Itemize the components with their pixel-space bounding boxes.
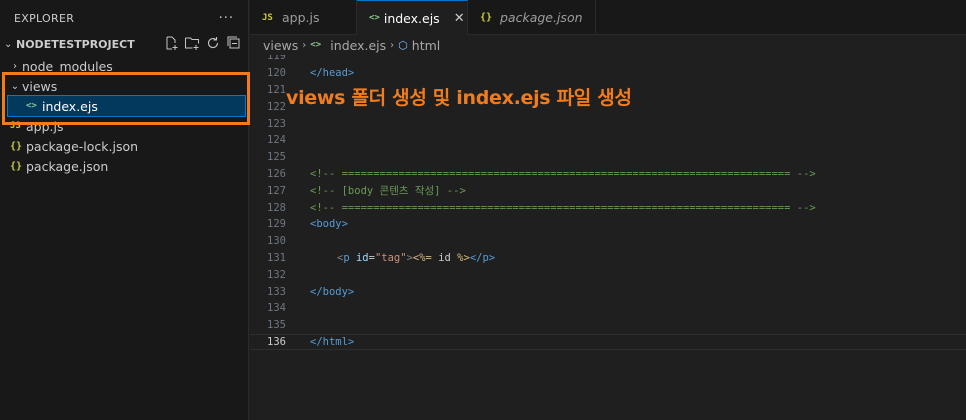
tree-item-label: node_modules <box>22 58 113 74</box>
line-number: 131 <box>267 251 286 264</box>
code-line: 129 <body> <box>250 216 966 233</box>
line-number: 133 <box>267 285 286 298</box>
json-file-icon: {} <box>10 160 23 172</box>
code-line: 124 <box>250 132 966 149</box>
explorer-header: EXPLORER ··· <box>0 0 248 36</box>
tab-label: app.js <box>282 10 320 25</box>
tree-item-label: app.js <box>26 118 64 134</box>
ejs-file-icon: <> <box>26 101 37 111</box>
chevron-down-icon: ⌄ <box>4 38 13 50</box>
code-line: 135 <box>250 317 966 334</box>
json-file-icon: {} <box>480 12 493 23</box>
tab-app-js[interactable]: JS app.js <box>250 0 357 35</box>
code-line: 133 </body> <box>250 283 966 300</box>
code-text: <!-- [body 콘텐츠 작성] --> <box>310 185 466 198</box>
explorer-title: EXPLORER <box>14 11 75 25</box>
tab-bar: JS app.js <> index.ejs ✕ {} package.json <box>250 0 966 35</box>
code-line: 119 <box>250 55 966 65</box>
chevron-right-icon: › <box>390 39 395 51</box>
tree-item-label: package.json <box>26 158 109 174</box>
code-line: 123 <box>250 115 966 132</box>
line-number: 132 <box>267 268 286 281</box>
line-number: 121 <box>267 83 286 96</box>
tree-item-label: views <box>22 78 58 94</box>
json-file-icon: {} <box>10 140 23 152</box>
code-text: <p id="tag"><%= id %></p> <box>337 251 496 264</box>
code-line: 125 <box>250 149 966 166</box>
line-number: 123 <box>267 117 286 130</box>
cube-icon: ⬡ <box>398 38 408 52</box>
code-line: 134 <box>250 300 966 317</box>
tree-item-views[interactable]: ⌄ views <box>0 76 248 96</box>
code-text: </body> <box>310 285 355 298</box>
tab-index-ejs[interactable]: <> index.ejs ✕ <box>357 0 468 35</box>
ejs-file-icon: <> <box>310 40 322 50</box>
line-number: 124 <box>267 134 286 147</box>
project-name: NODETESTPROJECT <box>16 37 135 51</box>
new-folder-icon[interactable] <box>184 35 200 51</box>
code-line: 132 <box>250 266 966 283</box>
tree-item-label: package-lock.json <box>26 138 139 154</box>
project-actions <box>163 35 242 51</box>
breadcrumb-item[interactable]: index.ejs <box>330 38 386 53</box>
tab-label: package.json <box>500 10 583 25</box>
more-actions-icon[interactable]: ··· <box>219 11 234 26</box>
project-folder[interactable]: ⌄ NODETESTPROJECT <box>0 34 248 54</box>
tab-label: index.ejs <box>383 10 440 26</box>
code-text: <!-- ===================================… <box>310 201 816 214</box>
tree-item-package-json[interactable]: {} package.json <box>0 156 248 176</box>
breadcrumb-item[interactable]: html <box>412 38 440 53</box>
code-text: <body> <box>310 218 348 231</box>
new-file-icon[interactable] <box>163 35 179 51</box>
tab-package-json[interactable]: {} package.json <box>468 0 596 35</box>
chevron-right-icon: › <box>302 39 307 51</box>
code-line: 130 <box>250 233 966 250</box>
chevron-right-icon: › <box>13 60 17 72</box>
breadcrumb: views › <> index.ejs › ⬡ html <box>250 35 966 55</box>
tree-item-node-modules[interactable]: › node_modules <box>0 56 248 76</box>
breadcrumb-item[interactable]: views <box>263 38 298 53</box>
line-number: 129 <box>267 218 286 231</box>
line-number: 128 <box>267 201 286 214</box>
close-icon[interactable]: ✕ <box>454 11 465 26</box>
line-number: 125 <box>267 151 286 164</box>
line-number: 119 <box>267 55 286 63</box>
tree-item-package-lock-json[interactable]: {} package-lock.json <box>0 136 248 156</box>
tree-item-app-js[interactable]: JS app.js <box>0 116 248 136</box>
code-line: 126 <!-- ================================… <box>250 166 966 183</box>
collapse-all-icon[interactable] <box>226 35 242 51</box>
editor-area: JS app.js <> index.ejs ✕ {} package.json… <box>250 0 966 420</box>
annotation-text: views 폴더 생성 및 index.ejs 파일 생성 <box>286 87 632 109</box>
code-text: </head> <box>310 67 355 80</box>
code-line: 120 </head> <box>250 65 966 82</box>
line-number: 134 <box>267 302 286 315</box>
code-line: 127 <!-- [body 콘텐츠 작성] --> <box>250 182 966 199</box>
line-number: 136 <box>267 335 286 348</box>
refresh-icon[interactable] <box>205 35 221 51</box>
code-line: 128 <!-- ================================… <box>250 199 966 216</box>
code-text: <!-- ===================================… <box>310 167 816 180</box>
chevron-down-icon: ⌄ <box>10 80 20 92</box>
code-line-current: 136 </html> <box>250 333 966 351</box>
ejs-file-icon: <> <box>369 13 380 23</box>
line-number: 120 <box>267 67 286 80</box>
code-text: </html> <box>310 335 355 348</box>
js-file-icon: JS <box>262 12 273 23</box>
line-number: 126 <box>267 167 286 180</box>
line-number: 127 <box>267 184 286 197</box>
js-file-icon: JS <box>10 121 21 131</box>
code-line: 131 <p id="tag"><%= id %></p> <box>250 250 966 267</box>
tree-item-index-ejs[interactable]: <> index.ejs <box>7 95 246 117</box>
explorer-sidebar: EXPLORER ··· ⌄ NODETESTPROJECT › node_mo… <box>0 0 250 420</box>
line-number: 130 <box>267 235 286 248</box>
line-number: 122 <box>267 100 286 113</box>
tree-item-label: index.ejs <box>42 98 98 114</box>
line-number: 135 <box>267 319 286 332</box>
